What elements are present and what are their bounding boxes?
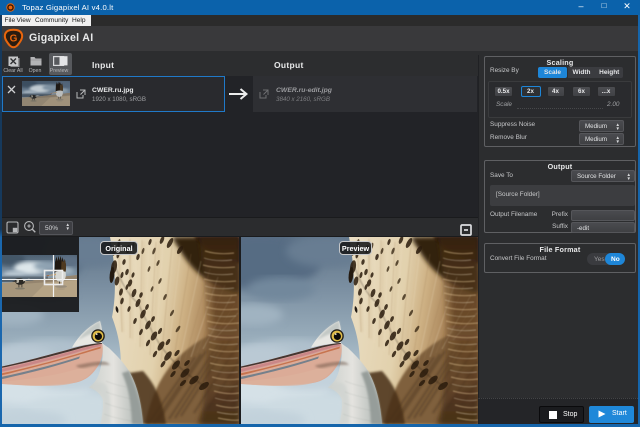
svg-text:G: G bbox=[10, 34, 18, 45]
